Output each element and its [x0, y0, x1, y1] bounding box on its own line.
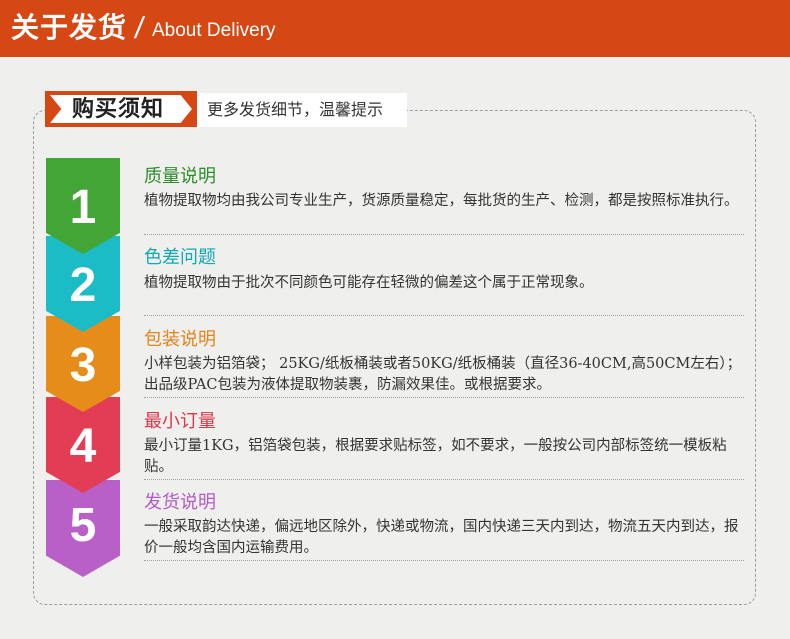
step-number-3: 3 — [69, 339, 97, 392]
step-number-2: 2 — [69, 259, 97, 312]
item-desc-min-order: 最小订量1KG，铝箔袋包装，根据要求贴标签，如不要求，一般按公司内部标签统一模板… — [144, 438, 727, 475]
item-title-packaging: 包装说明 — [144, 329, 216, 350]
notice-title: 购买须知 — [72, 96, 165, 122]
item-separator — [144, 560, 744, 561]
header-banner: 关于发货 / About Delivery — [0, 0, 790, 57]
item-desc-color-difference: 植物提取物由于批次不同颜色可能存在轻微的偏差这个属于正常现象。 — [144, 275, 594, 291]
item-desc-packaging: 小样包装为铝箔袋； 25KG/纸板桶装或者50KG/纸板桶装（直径36-40CM… — [144, 356, 742, 393]
item-desc-shipping: 一般采取韵达快递，偏远地区除外，快递或物流，国内快递三天内到达，物流五天内到达，… — [144, 519, 739, 556]
item-separator — [144, 479, 744, 480]
item-separator — [144, 315, 744, 316]
item-title-color-difference: 色差问题 — [144, 247, 216, 268]
item-separator — [144, 234, 744, 235]
header-title-en: About Delivery — [152, 20, 276, 41]
item-title-quality: 质量说明 — [144, 166, 216, 187]
item-title-min-order: 最小订量 — [144, 411, 216, 432]
header-title-cn: 关于发货 — [11, 11, 128, 44]
step-number-5: 5 — [69, 499, 97, 552]
item-separator — [144, 397, 744, 398]
notice-subtitle: 更多发货细节，温馨提示 — [207, 100, 384, 119]
step-number-4: 4 — [69, 420, 97, 473]
header-slash: / — [132, 12, 146, 45]
item-desc-quality: 植物提取物均由我公司专业生产，货源质量稳定，每批货的生产、检测，都是按照标准执行… — [144, 193, 739, 209]
step-number-1: 1 — [69, 181, 97, 234]
item-title-shipping: 发货说明 — [144, 492, 216, 513]
